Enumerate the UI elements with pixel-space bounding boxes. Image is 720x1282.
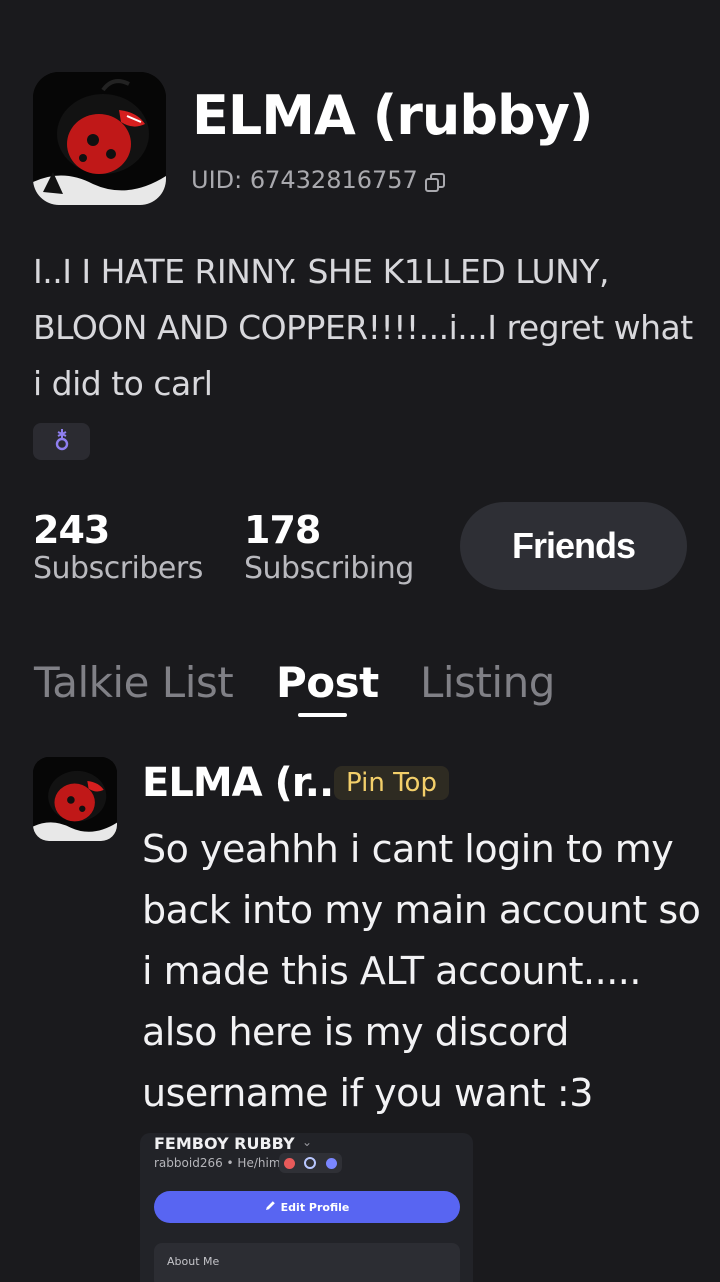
badge-icon <box>304 1157 317 1169</box>
profile-uid: UID: 67432816757 <box>191 163 446 197</box>
about-me-label: About Me <box>167 1255 220 1268</box>
subscribers-count: 243 <box>33 508 110 552</box>
tab-talkie-list[interactable]: Talkie List <box>34 657 234 709</box>
subscribers-label: Subscribers <box>33 551 203 586</box>
post-body: So yeahhh i cant login to my back into m… <box>142 827 701 1115</box>
post-author-avatar[interactable] <box>33 757 117 841</box>
profile-name: ELMA (rubby) <box>192 84 594 147</box>
pencil-icon <box>265 1200 276 1214</box>
discord-about-me: About Me <box>154 1243 460 1282</box>
subscribing-count: 178 <box>244 508 321 552</box>
badge-icon <box>326 1157 338 1169</box>
chevron-down-icon: ⌄ <box>302 1135 313 1149</box>
badge-icon <box>283 1157 295 1169</box>
post-author-name[interactable]: ELMA (r... <box>142 758 348 808</box>
discord-badges <box>279 1153 342 1173</box>
discord-edit-profile-button: Edit Profile <box>154 1191 460 1223</box>
active-tab-indicator <box>298 713 347 717</box>
post-image[interactable]: FEMBOY RUBBY ⌄ rabboid266 • He/him Edit … <box>140 1133 473 1282</box>
discord-display-name: FEMBOY RUBBY <box>154 1134 295 1153</box>
subscribing-label: Subscribing <box>244 551 414 586</box>
friends-button[interactable]: Friends <box>460 502 687 590</box>
tab-listing[interactable]: Listing <box>420 657 555 709</box>
pin-top-badge: Pin Top <box>334 766 449 800</box>
profile-bio: I..I I HATE RINNY. SHE K1LLED LUNY, BLOO… <box>33 252 693 403</box>
discord-username: rabboid266 • He/him <box>154 1156 281 1170</box>
tab-post[interactable]: Post <box>276 657 379 709</box>
uid-text: UID: 67432816757 <box>191 166 418 194</box>
profile-avatar[interactable] <box>33 72 166 205</box>
subscribing-stat[interactable]: 178 Subscribing <box>244 509 414 587</box>
edit-profile-label: Edit Profile <box>280 1200 350 1214</box>
gender-symbol-icon <box>54 428 70 456</box>
gender-badge <box>33 423 90 460</box>
subscribers-stat[interactable]: 243 Subscribers <box>33 509 203 587</box>
copy-icon[interactable] <box>424 169 446 192</box>
